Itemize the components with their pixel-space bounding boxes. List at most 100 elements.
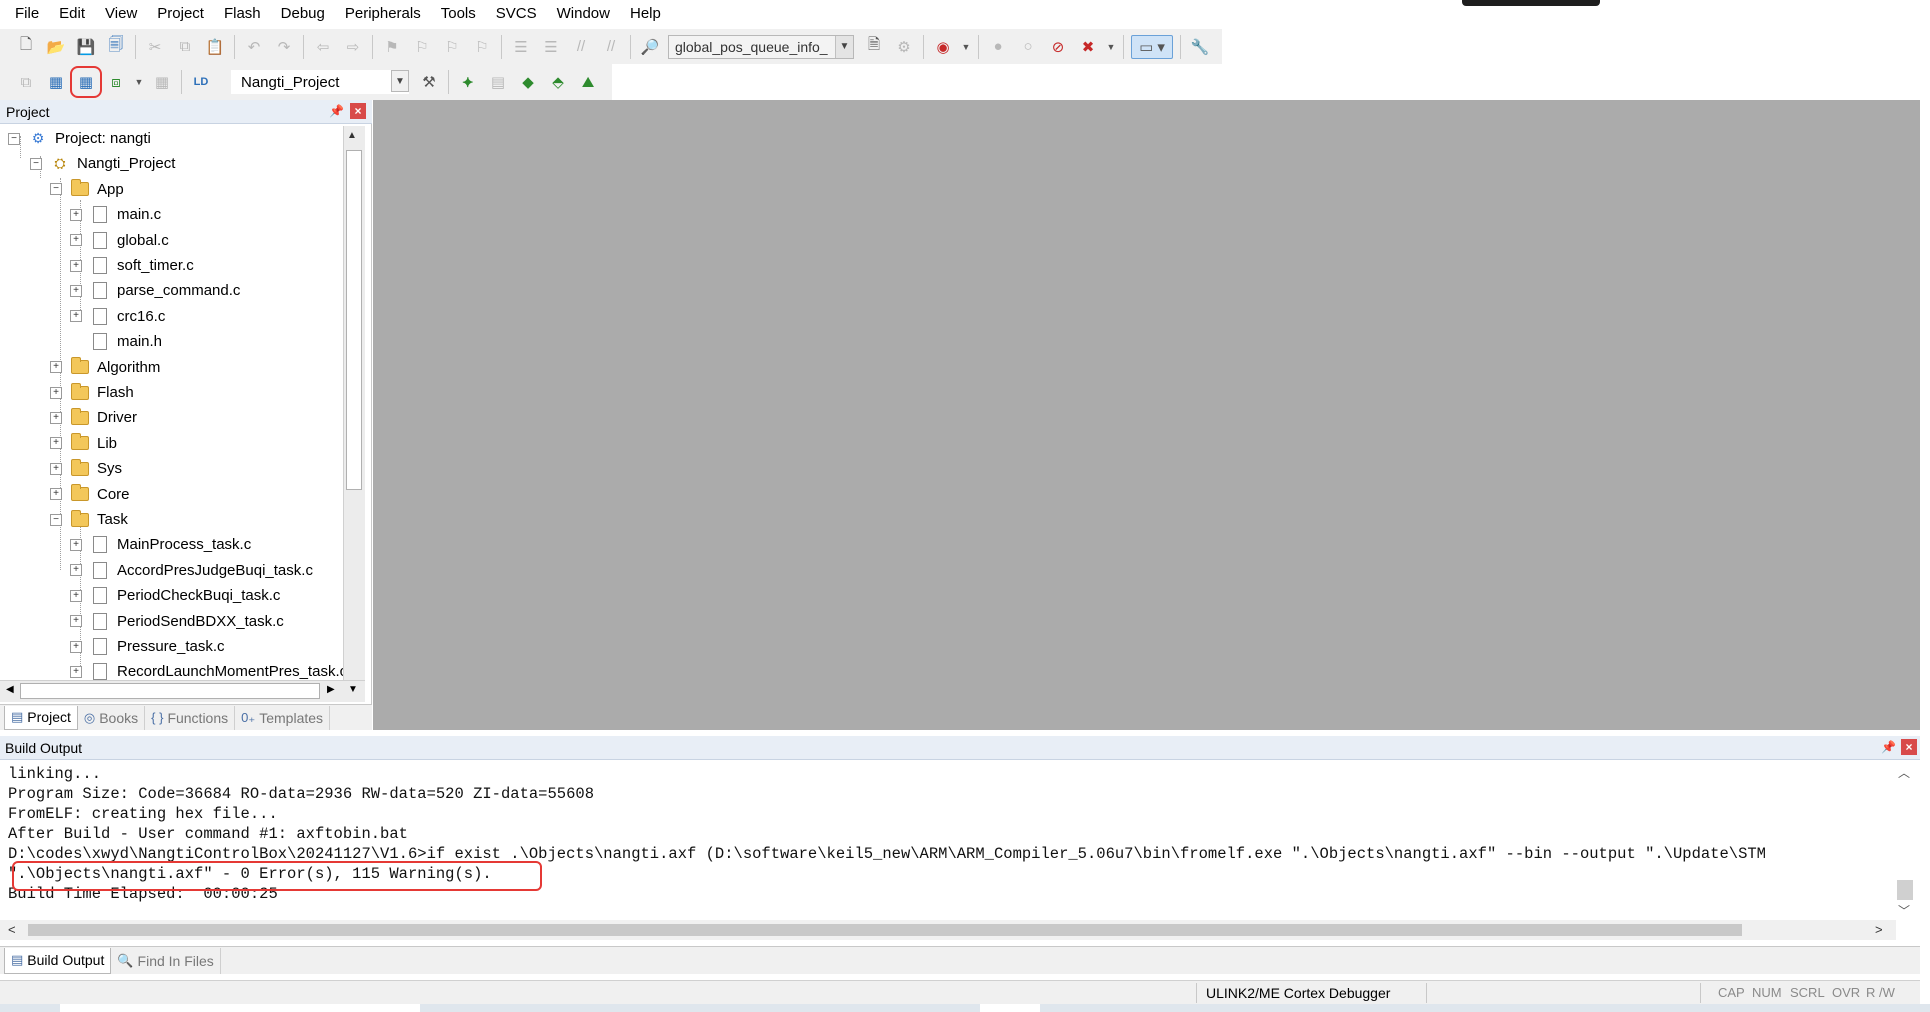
- scroll-right-icon[interactable]: >: [1875, 922, 1883, 937]
- configure-icon[interactable]: 🔧: [1188, 35, 1212, 59]
- chevron-down-icon[interactable]: ▼: [1106, 35, 1116, 59]
- expand-icon[interactable]: +: [50, 437, 62, 450]
- expand-icon[interactable]: +: [50, 488, 62, 501]
- build-output-text[interactable]: linking... Program Size: Code=36684 RO-da…: [8, 764, 1893, 914]
- scroll-down-icon[interactable]: ﹀: [1898, 902, 1910, 919]
- expand-icon[interactable]: +: [70, 284, 82, 297]
- pin-icon[interactable]: 📌: [1881, 740, 1896, 754]
- tree-folder-item[interactable]: + Driver: [50, 405, 137, 430]
- scroll-up-icon[interactable]: ▲: [347, 130, 357, 141]
- scroll-thumb[interactable]: [28, 924, 1742, 936]
- tree-file-item[interactable]: + RecordLaunchMomentPres_task.c: [70, 659, 343, 680]
- scroll-left-icon[interactable]: <: [8, 922, 16, 937]
- bookmark-clear-icon[interactable]: ⚐: [470, 35, 494, 59]
- redo-icon[interactable]: ↷: [272, 35, 296, 59]
- tab-build-output[interactable]: ▤ Build Output: [4, 947, 112, 974]
- expand-icon[interactable]: +: [50, 361, 62, 374]
- expand-icon[interactable]: +: [70, 259, 82, 272]
- find-icon[interactable]: 🗎: [862, 35, 886, 59]
- tree-file-item[interactable]: + Pressure_task.c: [70, 634, 225, 659]
- expand-icon[interactable]: +: [70, 208, 82, 221]
- scroll-left-icon[interactable]: ◀: [6, 684, 14, 695]
- bookmark-toggle-icon[interactable]: ⚑: [380, 35, 404, 59]
- breakpoint-insert-icon[interactable]: ●: [986, 35, 1010, 59]
- chevron-down-icon[interactable]: ▼: [835, 35, 853, 58]
- batch-build-icon[interactable]: ⧈: [104, 70, 128, 94]
- manage-project-items-icon[interactable]: ⯌: [456, 70, 480, 94]
- window-layout-icon[interactable]: ▭ ▾: [1131, 34, 1173, 59]
- save-all-icon[interactable]: 🗐: [104, 35, 128, 59]
- menu-help[interactable]: Help: [620, 0, 671, 28]
- debug-session-icon[interactable]: ◉: [931, 35, 955, 59]
- rebuild-icon[interactable]: ▦: [70, 66, 102, 98]
- open-file-icon[interactable]: 📂: [44, 35, 68, 59]
- expand-icon[interactable]: +: [70, 538, 82, 551]
- close-icon[interactable]: ×: [1901, 739, 1917, 755]
- navigate-back-icon[interactable]: ⇦: [311, 35, 335, 59]
- expand-icon[interactable]: +: [70, 564, 82, 577]
- menu-project[interactable]: Project: [147, 0, 214, 28]
- collapse-icon[interactable]: −: [30, 157, 42, 170]
- find-combo[interactable]: global_pos_queue_info_ ▼: [668, 34, 854, 59]
- collapse-icon[interactable]: −: [50, 183, 62, 196]
- expand-icon[interactable]: +: [70, 665, 82, 678]
- menu-file[interactable]: File: [5, 0, 49, 28]
- tree-file-item[interactable]: + parse_command.c: [70, 278, 240, 303]
- scroll-thumb[interactable]: [1897, 880, 1913, 900]
- tree-folder-item[interactable]: + Core: [50, 482, 130, 507]
- comment-icon[interactable]: //: [569, 35, 593, 59]
- scroll-up-icon[interactable]: ︿: [1898, 764, 1910, 781]
- tree-file-item[interactable]: + AccordPresJudgeBuqi_task.c: [70, 558, 313, 583]
- tab-templates[interactable]: 0₊ Templates: [235, 705, 331, 730]
- tree-file-item[interactable]: + crc16.c: [70, 304, 165, 329]
- tree-file-item[interactable]: + PeriodCheckBuqi_task.c: [70, 583, 280, 608]
- tree-file-item[interactable]: + MainProcess_task.c: [70, 532, 251, 557]
- tree-project-item[interactable]: − ⚙ Project: nangti: [8, 126, 151, 151]
- cut-icon[interactable]: ✂: [143, 35, 167, 59]
- menu-window[interactable]: Window: [547, 0, 620, 28]
- tree-file-item[interactable]: main.h: [70, 329, 162, 354]
- pin-icon[interactable]: 📌: [329, 104, 344, 118]
- build-output-horizontal-scrollbar[interactable]: < >: [0, 920, 1896, 940]
- stop-build-icon[interactable]: ▦: [150, 70, 174, 94]
- tree-file-item[interactable]: + PeriodSendBDXX_task.c: [70, 609, 284, 634]
- navigate-forward-icon[interactable]: ⇨: [341, 35, 365, 59]
- copy-icon[interactable]: ⧉: [173, 35, 197, 59]
- menu-tools[interactable]: Tools: [431, 0, 486, 28]
- tree-folder-item[interactable]: − App: [50, 177, 124, 202]
- bookmark-next-icon[interactable]: ⚐: [440, 35, 464, 59]
- tree-folder-item[interactable]: − Task: [50, 507, 128, 532]
- manage-run-time-environment-icon[interactable]: ◆: [516, 70, 540, 94]
- build-icon[interactable]: ▦: [44, 70, 68, 94]
- expand-icon[interactable]: +: [50, 462, 62, 475]
- paste-icon[interactable]: 📋: [203, 35, 227, 59]
- save-icon[interactable]: 💾: [74, 35, 98, 59]
- new-file-icon[interactable]: 🗋: [14, 35, 38, 59]
- undo-icon[interactable]: ↶: [242, 35, 266, 59]
- tree-file-item[interactable]: + global.c: [70, 228, 169, 253]
- expand-icon[interactable]: +: [70, 310, 82, 323]
- menu-flash[interactable]: Flash: [214, 0, 271, 28]
- expand-icon[interactable]: +: [50, 386, 62, 399]
- menu-debug[interactable]: Debug: [271, 0, 335, 28]
- tree-file-item[interactable]: + soft_timer.c: [70, 253, 194, 278]
- menu-edit[interactable]: Edit: [49, 0, 95, 28]
- menu-svcs[interactable]: SVCS: [486, 0, 547, 28]
- tab-find-in-files[interactable]: 🔍 Find In Files: [111, 947, 221, 974]
- download-icon[interactable]: LD: [189, 70, 213, 94]
- collapse-icon[interactable]: −: [50, 513, 62, 526]
- unindent-icon[interactable]: ☰: [539, 35, 563, 59]
- find-in-files-icon[interactable]: 🔎: [638, 35, 662, 59]
- expand-icon[interactable]: +: [70, 589, 82, 602]
- build-output-vertical-scrollbar[interactable]: ︿ ﹀: [1894, 762, 1916, 918]
- pack-installer-icon[interactable]: ⬘: [546, 70, 570, 94]
- collapse-icon[interactable]: −: [8, 132, 20, 145]
- tab-project[interactable]: ▤ Project: [4, 705, 78, 730]
- tree-folder-item[interactable]: + Algorithm: [50, 355, 160, 380]
- project-tree-vertical-scrollbar[interactable]: ▲: [343, 126, 365, 680]
- menu-peripherals[interactable]: Peripherals: [335, 0, 431, 28]
- editor-area[interactable]: [373, 100, 1920, 730]
- scroll-right-icon[interactable]: ▶: [327, 684, 335, 695]
- tab-books[interactable]: ◎ Books: [78, 705, 146, 730]
- tree-folder-item[interactable]: + Sys: [50, 456, 122, 481]
